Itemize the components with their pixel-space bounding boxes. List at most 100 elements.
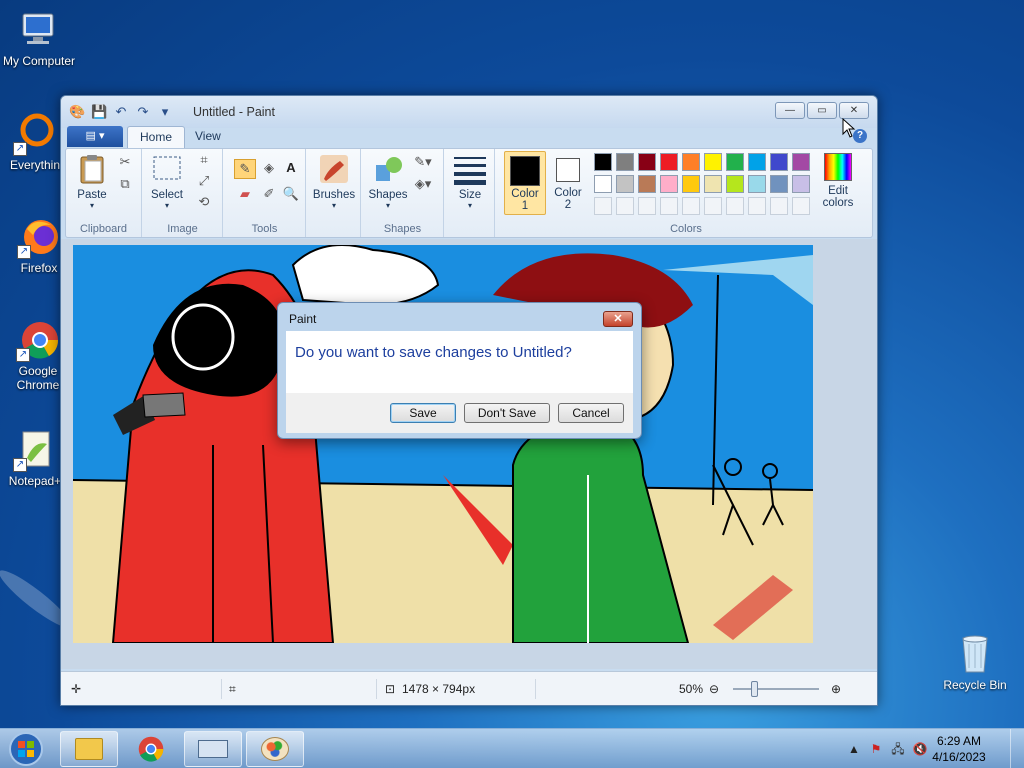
palette-swatch[interactable] xyxy=(792,153,810,171)
palette-swatch[interactable] xyxy=(638,153,656,171)
shortcut-arrow-icon: ↗ xyxy=(17,245,31,259)
rotate-icon[interactable]: ⟲ xyxy=(195,193,213,211)
size-button[interactable]: Size ▾ xyxy=(451,153,489,210)
palette-swatch[interactable] xyxy=(594,197,612,215)
fill-icon[interactable]: ◈ xyxy=(260,159,278,177)
dialog-title: Paint xyxy=(289,312,317,326)
palette-swatch[interactable] xyxy=(770,197,788,215)
window-title: Untitled - Paint xyxy=(193,105,275,119)
palette-swatch[interactable] xyxy=(792,197,810,215)
crop-icon[interactable]: ⌗ xyxy=(195,151,213,169)
cancel-button[interactable]: Cancel xyxy=(558,403,624,423)
show-desktop-button[interactable] xyxy=(1010,729,1024,768)
paint-menu-button[interactable]: ▤ ▾ xyxy=(67,126,123,147)
palette-swatch[interactable] xyxy=(704,153,722,171)
tools-group-label: Tools xyxy=(251,223,278,235)
copy-icon[interactable]: ⧉ xyxy=(116,175,134,193)
eraser-icon[interactable]: ▰ xyxy=(236,185,254,203)
shapes-button[interactable]: Shapes ▾ xyxy=(366,153,410,210)
save-button[interactable]: Save xyxy=(390,403,456,423)
zoom-slider[interactable] xyxy=(733,681,819,697)
desktop-icon-label: Recycle Bin xyxy=(943,678,1007,692)
network-icon[interactable]: 🖧 xyxy=(890,741,906,757)
brushes-button[interactable]: Brushes ▾ xyxy=(312,153,356,210)
zoom-slider-thumb[interactable] xyxy=(751,681,758,697)
palette-swatch[interactable] xyxy=(770,175,788,193)
palette-swatch[interactable] xyxy=(638,197,656,215)
dialog-close-button[interactable]: ✕ xyxy=(603,311,633,327)
taskbar-chrome-button[interactable] xyxy=(122,731,180,767)
chrome-icon xyxy=(138,736,164,762)
shapes-group-label: Shapes xyxy=(383,223,422,235)
palette-swatch[interactable] xyxy=(704,197,722,215)
outline-icon[interactable]: ✎▾ xyxy=(414,153,432,171)
dialog-footer: Save Don't Save Cancel xyxy=(286,393,633,433)
desktop-icon-recycle-bin[interactable]: Recycle Bin xyxy=(937,632,1013,692)
minimize-button[interactable]: — xyxy=(775,102,805,119)
paste-button[interactable]: Paste ▾ xyxy=(72,153,112,210)
resize-icon[interactable]: ⤢ xyxy=(195,172,213,190)
taskbar-explorer-button[interactable] xyxy=(60,731,118,767)
taskbar-keyboard-button[interactable] xyxy=(184,731,242,767)
edit-colors-button[interactable]: Edit colors xyxy=(818,153,858,209)
palette-swatch[interactable] xyxy=(726,197,744,215)
close-button[interactable]: ✕ xyxy=(839,102,869,119)
text-icon[interactable]: A xyxy=(282,159,300,177)
paint-icon xyxy=(261,737,289,761)
color-picker-icon[interactable]: ✐ xyxy=(260,185,278,203)
clock[interactable]: 6:29 AM 4/16/2023 xyxy=(924,733,994,765)
palette-swatch[interactable] xyxy=(770,153,788,171)
zoom-level: 50% xyxy=(679,682,704,696)
palette-swatch[interactable] xyxy=(682,197,700,215)
palette-swatch[interactable] xyxy=(726,153,744,171)
image-group-label: Image xyxy=(167,223,198,235)
palette-swatch[interactable] xyxy=(660,175,678,193)
palette-swatch[interactable] xyxy=(616,197,634,215)
size-group: Size ▾ xyxy=(445,149,495,237)
maximize-button[interactable]: ▭ xyxy=(807,102,837,119)
palette-swatch[interactable] xyxy=(594,175,612,193)
palette-swatch[interactable] xyxy=(726,175,744,193)
palette-swatch[interactable] xyxy=(682,175,700,193)
pencil-icon[interactable]: ✎ xyxy=(234,159,256,179)
palette-swatch[interactable] xyxy=(660,153,678,171)
system-tray: ▲ ⚑ 🖧 🔇 6:29 AM 4/16/2023 xyxy=(824,729,1024,768)
show-hidden-icons-icon[interactable]: ▲ xyxy=(846,741,862,757)
select-button[interactable]: Select ▾ xyxy=(147,153,187,210)
palette-swatch[interactable] xyxy=(748,153,766,171)
taskbar-paint-button[interactable] xyxy=(246,731,304,767)
edit-colors-label-2: colors xyxy=(822,197,854,209)
quick-access-toolbar: 🎨 💾 ↶ ↷ ▾ xyxy=(69,104,173,120)
palette-swatch[interactable] xyxy=(616,153,634,171)
paint-app-icon[interactable]: 🎨 xyxy=(69,104,85,120)
palette-swatch[interactable] xyxy=(792,175,810,193)
desktop-icon-my-computer[interactable]: My Computer xyxy=(1,8,77,68)
palette-swatch[interactable] xyxy=(660,197,678,215)
tab-home[interactable]: Home xyxy=(127,126,186,148)
start-button[interactable] xyxy=(4,730,50,768)
zoom-out-button[interactable]: ⊖ xyxy=(709,672,719,705)
dont-save-button[interactable]: Don't Save xyxy=(464,403,550,423)
action-center-icon[interactable]: ⚑ xyxy=(868,741,884,757)
redo-icon[interactable]: ↷ xyxy=(135,104,151,120)
tab-view[interactable]: View xyxy=(183,126,233,148)
palette-swatch[interactable] xyxy=(748,175,766,193)
cut-icon[interactable]: ✂ xyxy=(116,153,134,171)
palette-swatch[interactable] xyxy=(594,153,612,171)
palette-swatch[interactable] xyxy=(616,175,634,193)
undo-icon[interactable]: ↶ xyxy=(113,104,129,120)
brushes-group: Brushes ▾ xyxy=(307,149,361,237)
magnifier-icon[interactable]: 🔍 xyxy=(282,185,300,203)
color2-button[interactable]: Color 2 xyxy=(548,151,588,215)
shapes-group: Shapes ▾ ✎▾ ◈▾ Shapes xyxy=(362,149,444,237)
color1-button[interactable]: Color 1 xyxy=(504,151,546,215)
color2-label: Color xyxy=(554,187,582,199)
fill-shape-icon[interactable]: ◈▾ xyxy=(414,175,432,193)
palette-swatch[interactable] xyxy=(682,153,700,171)
palette-swatch[interactable] xyxy=(704,175,722,193)
palette-swatch[interactable] xyxy=(638,175,656,193)
palette-swatch[interactable] xyxy=(748,197,766,215)
customize-qat-icon[interactable]: ▾ xyxy=(157,104,173,120)
zoom-in-button[interactable]: ⊕ xyxy=(831,672,841,705)
save-icon[interactable]: 💾 xyxy=(91,104,107,120)
